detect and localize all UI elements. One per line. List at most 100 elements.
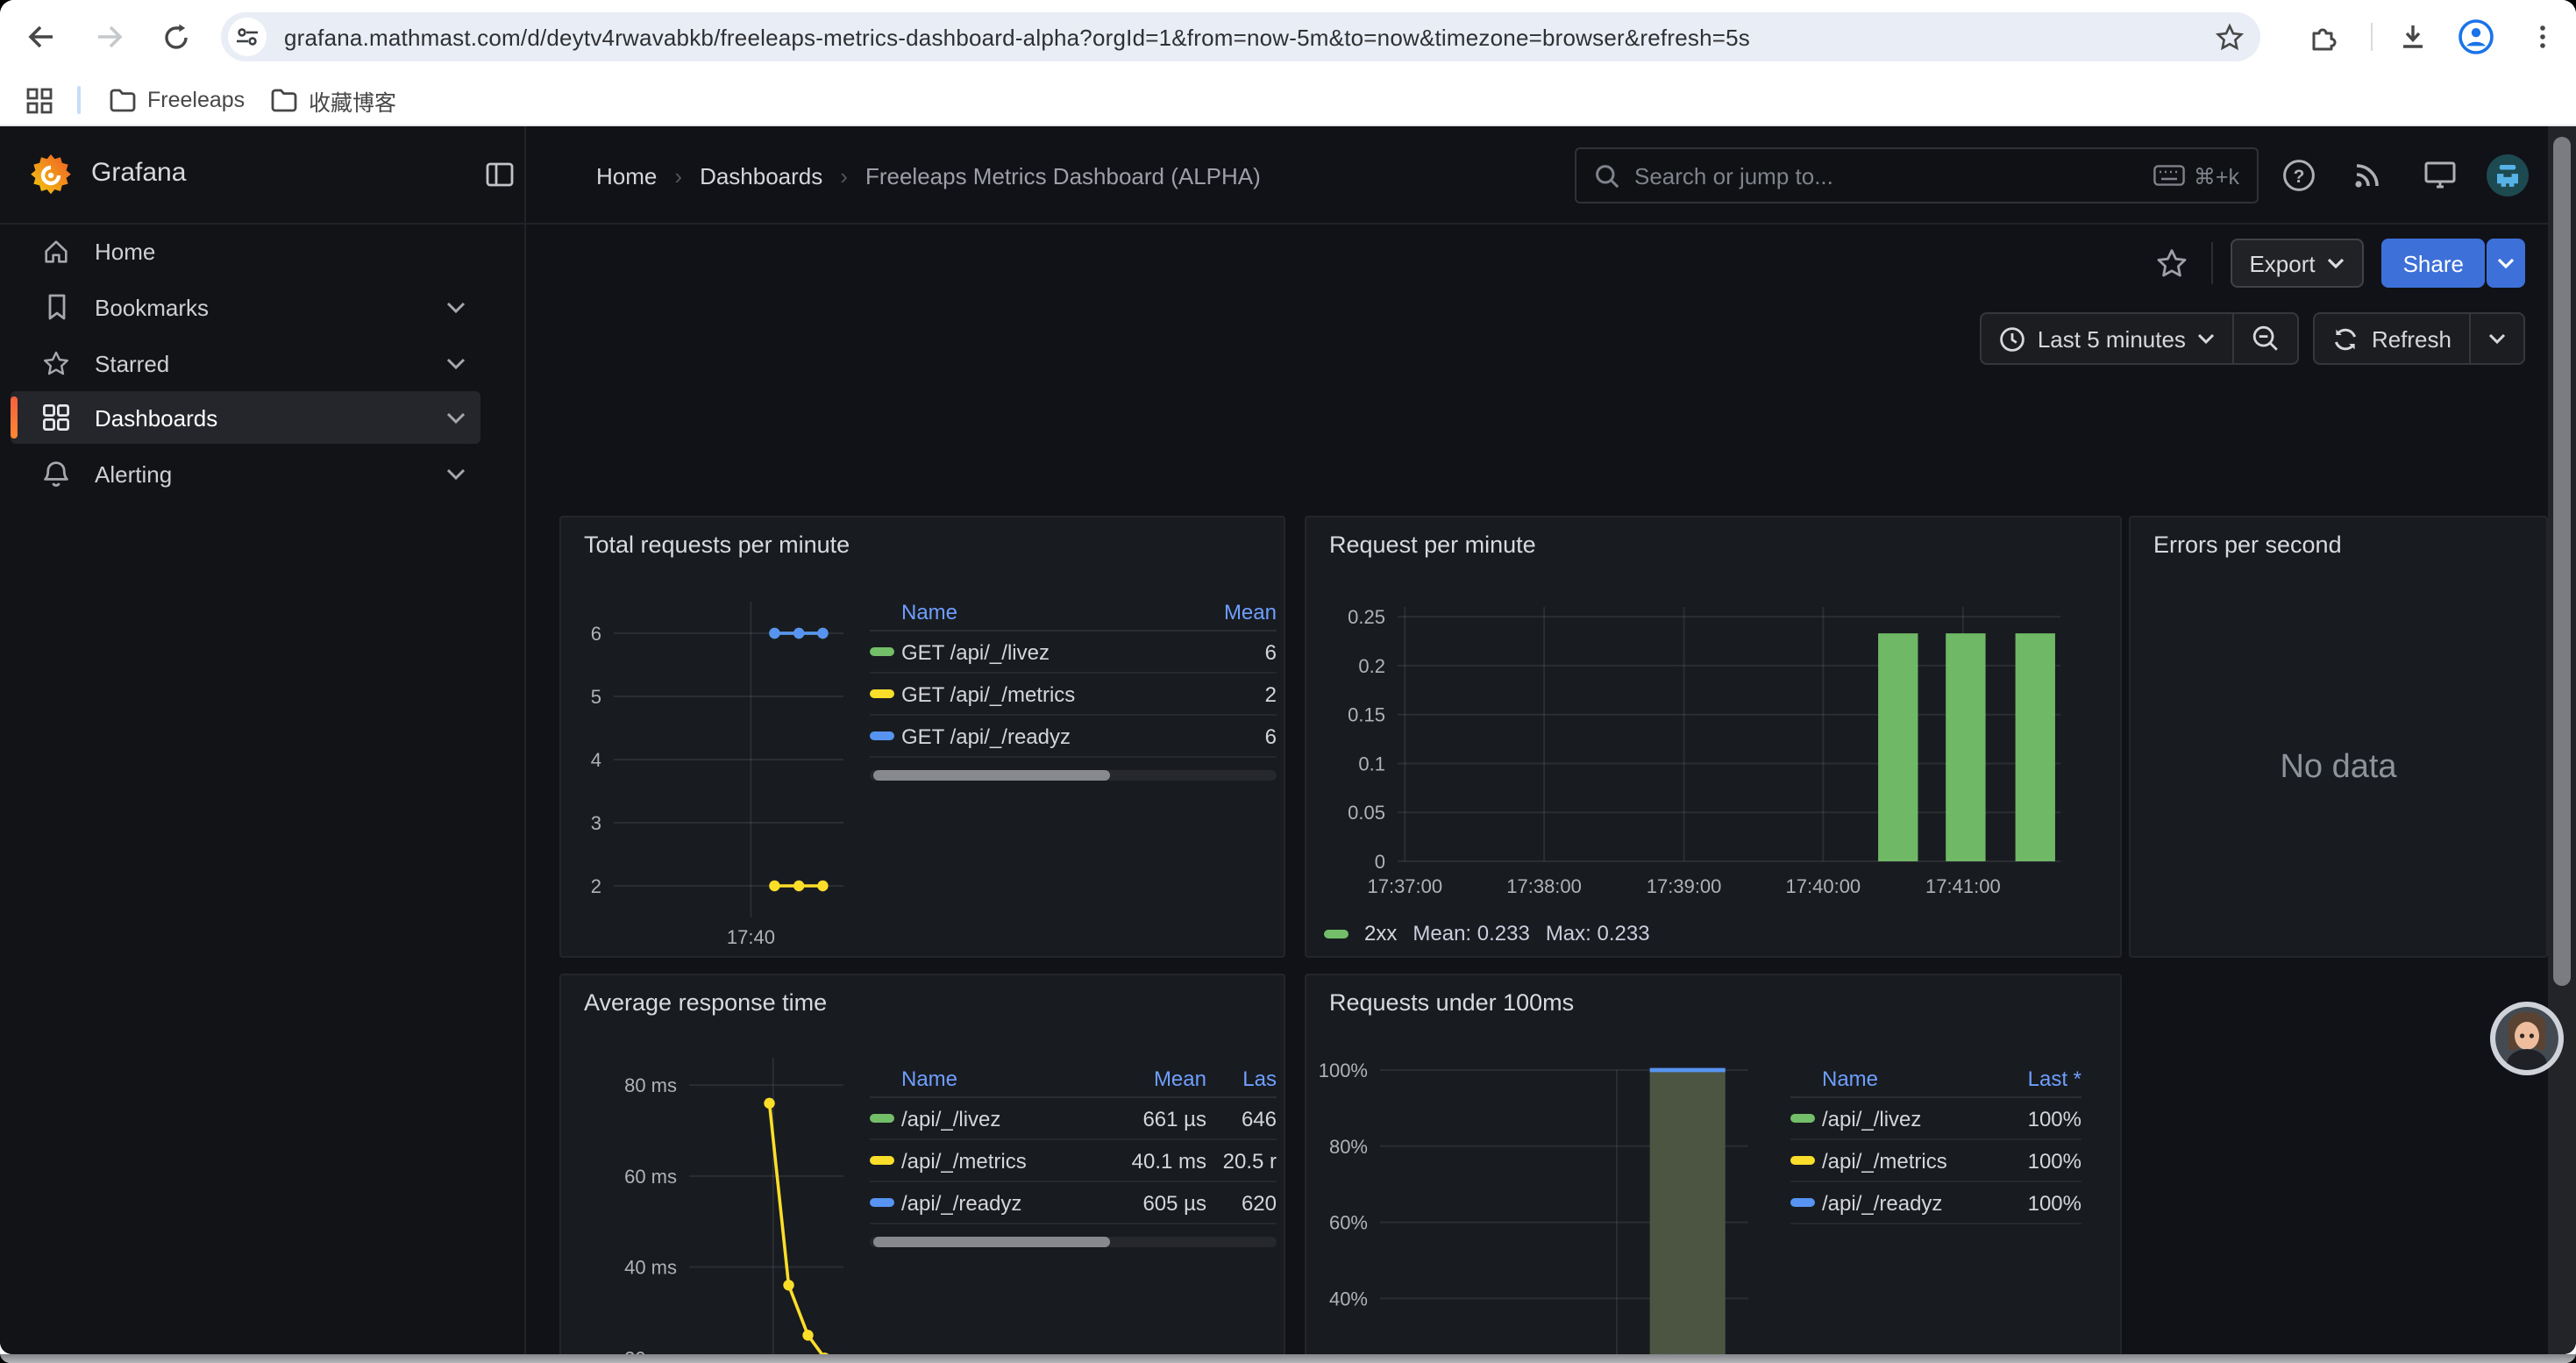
legend-col[interactable]: Las (1206, 1066, 1277, 1090)
bookmark-star-icon[interactable] (2211, 19, 2246, 54)
series-max: Max: 0.233 (1546, 921, 1650, 946)
sidebar-item-label: Starred (95, 350, 445, 376)
panel-request-per-minute[interactable]: Request per minute 0.250.20.150.10.05017… (1305, 516, 2122, 958)
refresh-button[interactable]: Refresh (2316, 314, 2469, 363)
legend-col-name[interactable]: Name (901, 599, 1196, 624)
profile-avatar[interactable] (2455, 16, 2497, 58)
legend-row[interactable]: /api/_/livez661 µs646 (870, 1098, 1277, 1140)
search-input[interactable]: Search or jump to... ⌘+k (1575, 147, 2259, 203)
svg-text:17:40:00: 17:40:00 (1786, 875, 1861, 897)
favorite-star-icon[interactable] (2151, 242, 2193, 284)
series-name[interactable]: /api/_/metrics (901, 1148, 1098, 1173)
forward-button[interactable] (88, 16, 130, 58)
user-avatar[interactable] (2487, 154, 2529, 196)
chevron-down-icon (2488, 333, 2506, 344)
zoom-out-button[interactable] (2233, 314, 2298, 363)
bookmark-folder-blogs[interactable]: 收藏博客 (260, 79, 407, 121)
legend-col[interactable]: Mean (1098, 1066, 1206, 1090)
panel-average-response-time[interactable]: Average response time 80 ms60 ms40 ms20 … (559, 974, 1285, 1354)
breadcrumb-item[interactable]: Freeleaps Metrics Dashboard (ALPHA) (865, 162, 1261, 189)
legend-row[interactable]: GET /api/_/readyz6 (870, 716, 1277, 758)
panel-errors-per-second[interactable]: Errors per second No data (2129, 516, 2548, 958)
help-icon[interactable]: ? (2278, 154, 2320, 196)
series-swatch (1790, 1198, 1815, 1207)
news-rss-icon[interactable] (2346, 154, 2388, 196)
site-settings-icon[interactable] (228, 18, 267, 56)
chevron-down-icon (2198, 333, 2216, 344)
svg-text:17:39:00: 17:39:00 (1647, 875, 1722, 897)
url-text[interactable]: grafana.mathmast.com/d/deytv4rwavabkb/fr… (284, 25, 1750, 51)
legend-col[interactable]: Last * (1997, 1066, 2081, 1090)
scrollbar-thumb[interactable] (2553, 137, 2571, 986)
legend-col-name[interactable]: Name (1822, 1066, 1997, 1090)
sidebar-item-label: Alerting (95, 460, 445, 487)
legend-row[interactable]: /api/_/metrics40.1 ms20.5 r (870, 1140, 1277, 1182)
svg-text:80%: 80% (1329, 1136, 1368, 1158)
series-value: 100% (1997, 1190, 2081, 1215)
bookmark-folder-freeleaps[interactable]: Freeleaps (98, 79, 255, 121)
series-value: 620 (1206, 1190, 1277, 1215)
share-dropdown-button[interactable] (2487, 239, 2525, 288)
breadcrumb-item[interactable]: Dashboards (700, 162, 822, 189)
sidebar-item-starred[interactable]: Starred (11, 337, 480, 389)
time-range-picker[interactable]: Last 5 minutes (1982, 314, 2233, 363)
legend-row[interactable]: /api/_/metrics100% (1790, 1140, 2081, 1182)
series-name[interactable]: /api/_/readyz (901, 1190, 1098, 1215)
svg-text:17:41:00: 17:41:00 (1925, 875, 2001, 897)
menu-dots-icon[interactable] (2522, 16, 2564, 58)
floating-assistant-avatar[interactable] (2490, 1002, 2564, 1075)
svg-text:0.1: 0.1 (1358, 753, 1385, 774)
legend-row[interactable]: GET /api/_/metrics2 (870, 674, 1277, 716)
panel-requests-under-100ms[interactable]: Requests under 100ms 100%80%60%40%20%0%1… (1305, 974, 2122, 1354)
series-swatch (1324, 929, 1348, 938)
series-value: 100% (1997, 1148, 2081, 1173)
legend-col-name[interactable]: Name (901, 1066, 1098, 1090)
sidebar-item-dashboards[interactable]: Dashboards (11, 391, 480, 444)
legend-col[interactable]: Mean (1196, 599, 1277, 624)
share-button[interactable]: Share (2382, 239, 2485, 288)
refresh-interval-dropdown[interactable] (2469, 314, 2523, 363)
legend-inline: 2xx Mean: 0.233 Max: 0.233 (1324, 921, 1650, 946)
grafana-logo[interactable] (28, 153, 74, 207)
breadcrumb-item[interactable]: Home (596, 162, 657, 189)
series-value: 20.5 r (1206, 1148, 1277, 1173)
no-data-message: No data (2131, 517, 2546, 956)
series-name[interactable]: GET /api/_/livez (901, 639, 1196, 664)
legend-row[interactable]: /api/_/livez100% (1790, 1098, 2081, 1140)
series-name[interactable]: /api/_/metrics (1822, 1148, 1997, 1173)
legend-scrollbar-thumb[interactable] (873, 1237, 1109, 1247)
svg-text:20 ms: 20 ms (624, 1347, 677, 1354)
sidebar-toggle-icon[interactable] (486, 161, 514, 196)
downloads-icon[interactable] (2392, 16, 2434, 58)
star-icon (42, 349, 70, 377)
sidebar-item-bookmarks[interactable]: Bookmarks (11, 281, 480, 333)
apps-grid-icon[interactable] (18, 79, 60, 121)
chevron-down-icon (445, 411, 466, 424)
legend-scrollbar[interactable] (870, 770, 1277, 781)
series-name[interactable]: 2xx (1364, 921, 1397, 946)
page-scrollbar[interactable] (2548, 126, 2576, 1354)
legend-table: NameMeanGET /api/_/livez6GET /api/_/metr… (870, 593, 1277, 781)
legend-row[interactable]: GET /api/_/livez6 (870, 632, 1277, 674)
kiosk-monitor-icon[interactable] (2418, 154, 2460, 196)
series-name[interactable]: GET /api/_/metrics (901, 682, 1196, 706)
export-button[interactable]: Export (2230, 239, 2364, 288)
series-name[interactable]: /api/_/livez (901, 1106, 1098, 1131)
series-name[interactable]: /api/_/readyz (1822, 1190, 1997, 1215)
legend-row[interactable]: /api/_/readyz605 µs620 (870, 1182, 1277, 1224)
legend-row[interactable]: /api/_/readyz100% (1790, 1182, 2081, 1224)
panel-total-requests[interactable]: Total requests per minute 6543217:40 Nam… (559, 516, 1285, 958)
series-name[interactable]: GET /api/_/readyz (901, 724, 1196, 748)
sidebar-item-home[interactable]: Home (11, 225, 480, 277)
reload-button[interactable] (154, 16, 196, 58)
sidebar-item-alerting[interactable]: Alerting (11, 447, 480, 500)
panel-title[interactable]: Total requests per minute (584, 532, 850, 558)
panel-title[interactable]: Request per minute (1329, 532, 1536, 558)
legend-scrollbar[interactable] (870, 1237, 1277, 1247)
back-button[interactable] (21, 16, 63, 58)
series-name[interactable]: /api/_/livez (1822, 1106, 1997, 1131)
legend-scrollbar-thumb[interactable] (873, 770, 1109, 781)
address-bar[interactable]: grafana.mathmast.com/d/deytv4rwavabkb/fr… (221, 12, 2260, 61)
bell-icon (42, 460, 70, 488)
extensions-icon[interactable] (2302, 16, 2345, 58)
